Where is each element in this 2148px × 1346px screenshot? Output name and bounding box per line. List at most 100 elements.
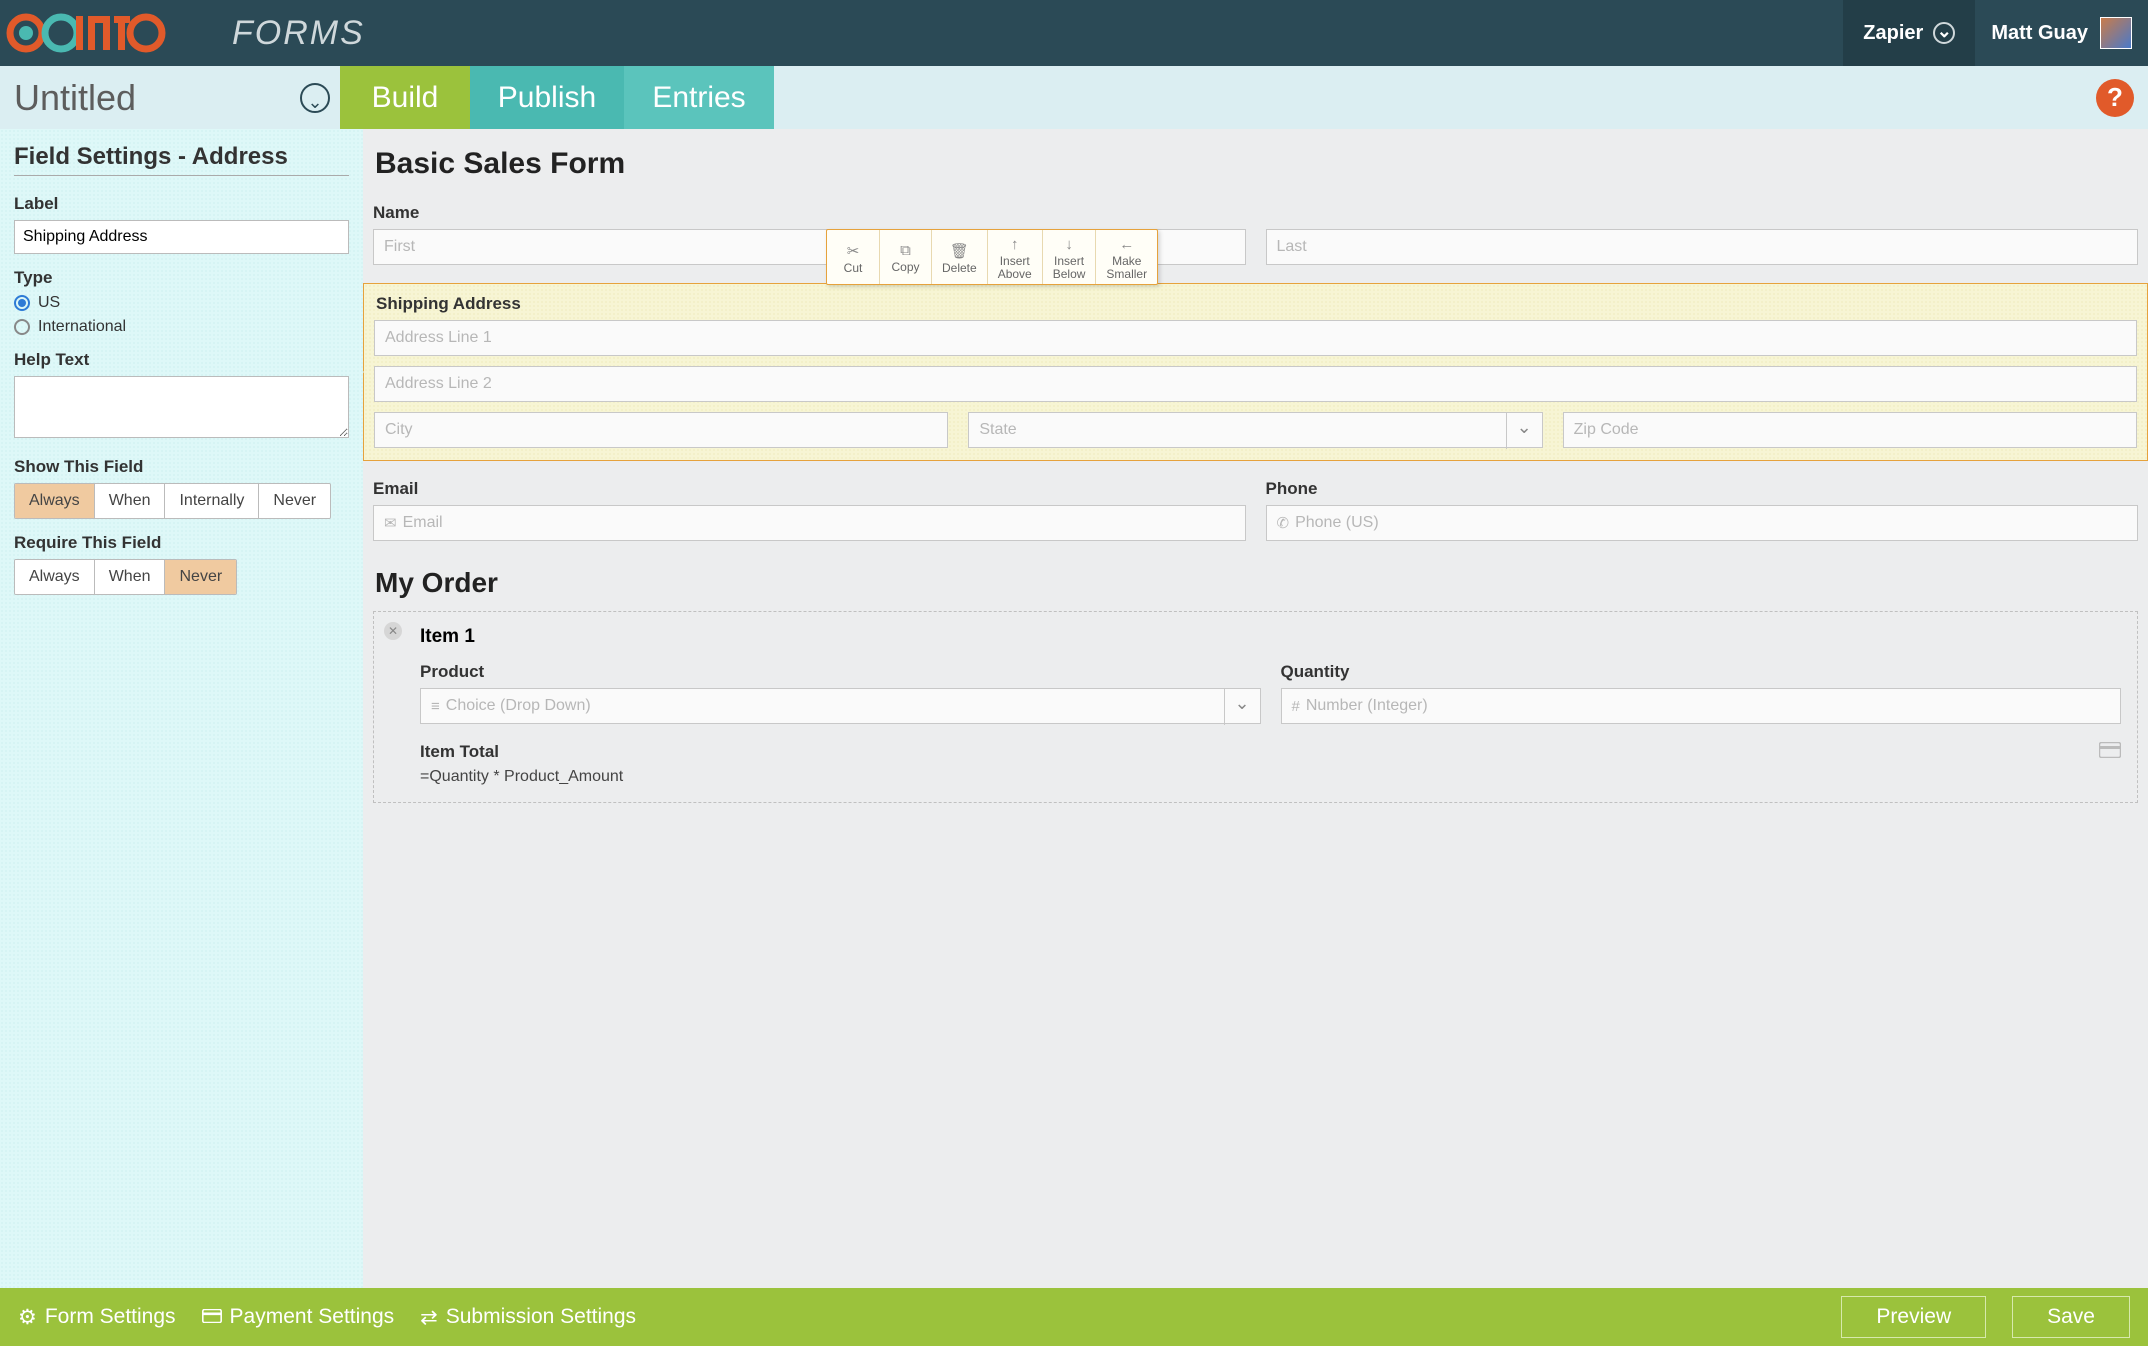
user-name: Matt Guay: [1991, 22, 2088, 45]
field-settings-sidebar: Field Settings - Address Label Type US I…: [0, 129, 363, 1288]
form-heading[interactable]: Basic Sales Form: [373, 147, 2138, 181]
email-field[interactable]: Email ✉ Email: [373, 479, 1246, 541]
show-internally-button[interactable]: Internally: [164, 484, 258, 518]
brand-forms-word: FORMS: [232, 14, 365, 53]
type-option-international[interactable]: International: [14, 318, 349, 336]
placeholder-text: State: [979, 421, 1016, 439]
order-heading[interactable]: My Order: [375, 567, 2138, 599]
placeholder-text: City: [385, 421, 413, 439]
submission-settings-button[interactable]: ⇄ Submission Settings: [420, 1305, 636, 1330]
address-line1-input[interactable]: Address Line 1: [374, 320, 2137, 356]
help-button[interactable]: ?: [2096, 79, 2134, 117]
sidebar-title: Field Settings - Address: [14, 143, 349, 176]
require-always-button[interactable]: Always: [15, 560, 94, 594]
address-zip-input[interactable]: Zip Code: [1563, 412, 2137, 448]
type-intl-label: International: [38, 318, 126, 336]
list-icon: ≡: [431, 698, 440, 715]
label-input[interactable]: [14, 220, 349, 254]
name-last-input[interactable]: Last: [1266, 229, 2139, 265]
item-title: Item 1: [420, 626, 2121, 648]
quantity-field[interactable]: Quantity # Number (Integer): [1281, 662, 2122, 724]
name-label: Name: [373, 203, 1246, 223]
trash-icon: 🗑: [950, 242, 969, 260]
insert-below-button[interactable]: ↓ InsertBelow: [1042, 230, 1096, 284]
payment-settings-label: Payment Settings: [230, 1305, 395, 1329]
org-name: Zapier: [1863, 22, 1923, 45]
preview-button[interactable]: Preview: [1841, 1296, 1986, 1338]
copy-label: Copy: [891, 261, 919, 274]
product-field[interactable]: Product ≡ Choice (Drop Down): [420, 662, 1261, 724]
submission-settings-label: Submission Settings: [446, 1305, 636, 1329]
form-title: Untitled: [14, 77, 136, 119]
address-state-select[interactable]: State: [968, 412, 1542, 448]
selection-pointer-icon: [363, 362, 364, 382]
placeholder-text: First: [384, 238, 415, 256]
org-switcher[interactable]: Zapier: [1843, 0, 1975, 66]
tab-entries[interactable]: Entries: [624, 66, 774, 129]
delete-button[interactable]: 🗑 Delete: [931, 230, 987, 284]
phone-label: Phone: [1266, 479, 2139, 499]
form-settings-label: Form Settings: [45, 1305, 176, 1329]
placeholder-text: Zip Code: [1574, 421, 1639, 439]
cut-label: Cut: [844, 262, 863, 275]
item-total-field[interactable]: Item Total =Quantity * Product_Amount: [420, 742, 2121, 786]
show-field-segment: Always When Internally Never: [14, 483, 331, 519]
chevron-down-icon: [1933, 22, 1955, 44]
tab-publish[interactable]: Publish: [470, 66, 624, 129]
arrow-down-icon: ↓: [1065, 236, 1073, 253]
save-button[interactable]: Save: [2012, 1296, 2130, 1338]
product-label: Product: [420, 662, 1261, 682]
hash-icon: #: [1292, 698, 1300, 715]
help-text-input[interactable]: [14, 376, 349, 438]
remove-item-icon[interactable]: ✕: [384, 622, 402, 640]
require-never-button[interactable]: Never: [164, 560, 236, 594]
placeholder-text: Address Line 2: [385, 375, 492, 393]
form-canvas: Basic Sales Form Name First Last Shippin…: [363, 129, 2148, 1288]
label-heading: Label: [14, 194, 349, 214]
show-field-heading: Show This Field: [14, 457, 349, 477]
copy-icon: ⧉: [900, 242, 911, 259]
chevron-down-icon: [1506, 413, 1542, 449]
phone-field[interactable]: Phone ✆ Phone (US): [1266, 479, 2139, 541]
form-settings-button[interactable]: ⚙ Form Settings: [18, 1305, 176, 1330]
address-label: Shipping Address: [374, 294, 2137, 314]
delete-label: Delete: [942, 262, 977, 275]
email-label: Email: [373, 479, 1246, 499]
email-input[interactable]: ✉ Email: [373, 505, 1246, 541]
cut-button[interactable]: ✂ Cut: [827, 230, 879, 284]
name-field-row[interactable]: Name First Last: [373, 203, 2138, 265]
topbar-right: Zapier Matt Guay: [1843, 0, 2148, 66]
user-menu[interactable]: Matt Guay: [1975, 0, 2148, 66]
make-smaller-button[interactable]: ← MakeSmaller: [1095, 230, 1157, 284]
radio-icon: [14, 319, 30, 335]
show-when-button[interactable]: When: [94, 484, 165, 518]
order-item-section[interactable]: ✕ Item 1 Product ≡ Choice (Drop Down): [373, 611, 2138, 803]
address-city-input[interactable]: City: [374, 412, 948, 448]
shipping-address-field[interactable]: Shipping Address Address Line 1 Address …: [363, 283, 2148, 461]
placeholder-text: Number (Integer): [1306, 697, 1428, 715]
sub-header: Untitled Build Publish Entries ?: [0, 66, 2148, 129]
phone-input[interactable]: ✆ Phone (US): [1266, 505, 2139, 541]
help-text-heading: Help Text: [14, 350, 349, 370]
quantity-input[interactable]: # Number (Integer): [1281, 688, 2122, 724]
copy-button[interactable]: ⧉ Copy: [879, 230, 931, 284]
require-when-button[interactable]: When: [94, 560, 165, 594]
form-menu-toggle[interactable]: [300, 83, 330, 113]
main-area: Field Settings - Address Label Type US I…: [0, 129, 2148, 1288]
require-field-segment: Always When Never: [14, 559, 237, 595]
type-heading: Type: [14, 268, 349, 288]
payment-settings-button[interactable]: Payment Settings: [202, 1305, 395, 1329]
item-total-label: Item Total: [420, 742, 623, 762]
radio-icon: [14, 295, 30, 311]
main-tabs: Build Publish Entries: [340, 66, 774, 129]
show-never-button[interactable]: Never: [258, 484, 330, 518]
type-option-us[interactable]: US: [14, 294, 349, 312]
product-select[interactable]: ≡ Choice (Drop Down): [420, 688, 1261, 724]
tab-build[interactable]: Build: [340, 66, 470, 129]
quantity-label: Quantity: [1281, 662, 2122, 682]
insert-above-button[interactable]: ↑ InsertAbove: [987, 230, 1042, 284]
placeholder-text: Last: [1277, 238, 1307, 256]
address-line2-input[interactable]: Address Line 2: [374, 366, 2137, 402]
show-always-button[interactable]: Always: [15, 484, 94, 518]
chevron-down-icon: [1224, 689, 1260, 725]
